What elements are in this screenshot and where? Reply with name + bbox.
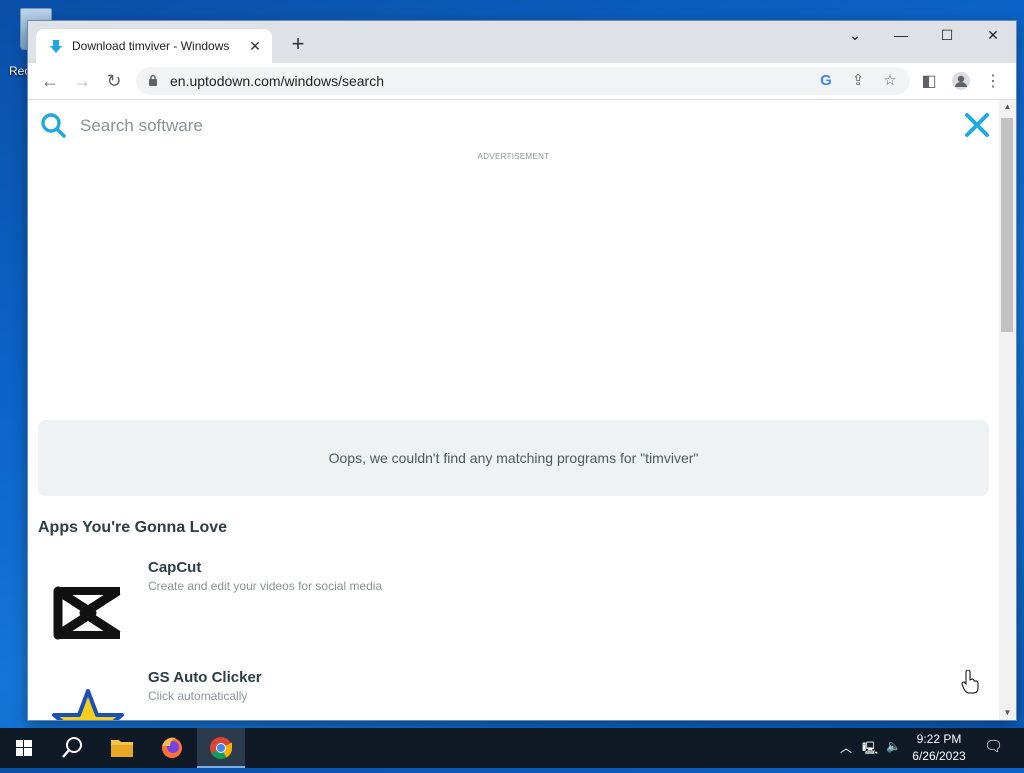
capcut-logo-icon (53, 586, 121, 640)
close-search-icon[interactable] (962, 110, 992, 140)
taskbar-search-button[interactable] (48, 728, 96, 768)
address-bar[interactable]: en.uptodown.com/windows/search G ⇪ ☆ (136, 67, 910, 95)
system-clock[interactable]: 9:22 PM 6/26/2023 (902, 731, 976, 765)
no-results-message: Oops, we couldn't find any matching prog… (38, 420, 989, 496)
page-scrollbar[interactable]: ▲ ▼ (999, 100, 1016, 720)
search-input[interactable] (78, 112, 782, 140)
clock-time: 9:22 PM (916, 732, 962, 746)
star-logo-icon (52, 689, 124, 720)
app-description: Create and edit your videos for social m… (148, 579, 383, 593)
section-title: Apps You're Gonna Love (38, 519, 228, 536)
more-menu-icon[interactable]: ⋮ (982, 71, 1004, 93)
forward-arrow-icon[interactable]: → (68, 67, 96, 95)
lock-icon (149, 74, 157, 86)
minimize-button[interactable]: — (878, 21, 924, 51)
scroll-down-icon[interactable]: ▼ (999, 706, 1016, 720)
bookmark-star-icon[interactable]: ☆ (880, 71, 900, 91)
app-name[interactable]: GS Auto Clicker (148, 669, 262, 686)
browser-toolbar: ← → ↻ en.uptodown.com/windows/search G ⇪… (28, 63, 1016, 100)
scrollbar-thumb[interactable] (1001, 118, 1013, 332)
page-content: ADVERTISEMENT Oops, we couldn't find any… (28, 100, 999, 720)
side-panel-icon[interactable]: ◧ (918, 71, 940, 93)
tab-search-dropdown-icon[interactable]: ⌄ (832, 21, 878, 51)
file-explorer-icon (111, 740, 133, 757)
tab-active[interactable]: Download timviver - Windows ✕ (36, 29, 272, 63)
google-icon[interactable]: G (816, 71, 836, 91)
app-item-capcut[interactable]: CapCut Create and edit your videos for s… (38, 559, 989, 659)
hand-cursor-icon (961, 670, 979, 694)
browser-window: Download timviver - Windows ✕ + ⌄ — ☐ ✕ … (28, 21, 1016, 720)
maximize-button[interactable]: ☐ (924, 21, 970, 51)
start-button[interactable] (0, 728, 48, 768)
uptodown-favicon-icon (50, 40, 62, 53)
volume-muted-icon[interactable]: 🔈 (886, 739, 901, 753)
clock-date: 6/26/2023 (912, 749, 966, 763)
show-hidden-icons-chevron-icon[interactable]: ︿ (840, 739, 852, 756)
advertisement-label: ADVERTISEMENT (477, 152, 550, 161)
search-icon[interactable] (40, 112, 66, 138)
back-arrow-icon[interactable]: ← (36, 67, 64, 95)
chrome-icon (210, 737, 232, 759)
firefox-icon (162, 737, 182, 758)
tab-title: Download timviver - Windows (72, 39, 230, 53)
app-description: Click automatically (148, 689, 248, 703)
profile-avatar-icon[interactable] (950, 71, 972, 93)
search-bar (38, 110, 992, 142)
taskbar: ︿ 🖳 🔈 9:22 PM 6/26/2023 🗨 (0, 728, 1024, 768)
tab-strip: Download timviver - Windows ✕ + ⌄ — ☐ ✕ (28, 21, 1016, 63)
firefox-button[interactable] (148, 728, 196, 768)
network-icon[interactable]: 🖳 (862, 739, 878, 760)
scroll-up-icon[interactable]: ▲ (999, 100, 1016, 114)
chrome-button[interactable] (197, 728, 245, 768)
new-tab-button[interactable]: + (286, 33, 310, 57)
share-icon[interactable]: ⇪ (848, 71, 868, 91)
windows-logo-icon (16, 740, 32, 756)
notifications-icon[interactable]: 🗨 (984, 737, 1003, 755)
tab-close-icon[interactable]: ✕ (246, 37, 264, 55)
file-explorer-button[interactable] (98, 728, 146, 768)
reload-icon[interactable]: ↻ (100, 67, 128, 95)
close-window-button[interactable]: ✕ (970, 21, 1016, 51)
app-item-gs-auto-clicker[interactable]: GS Auto Clicker Click automatically (38, 669, 989, 720)
search-icon (62, 737, 82, 758)
app-name[interactable]: CapCut (148, 559, 201, 576)
url-text: en.uptodown.com/windows/search (170, 73, 385, 89)
